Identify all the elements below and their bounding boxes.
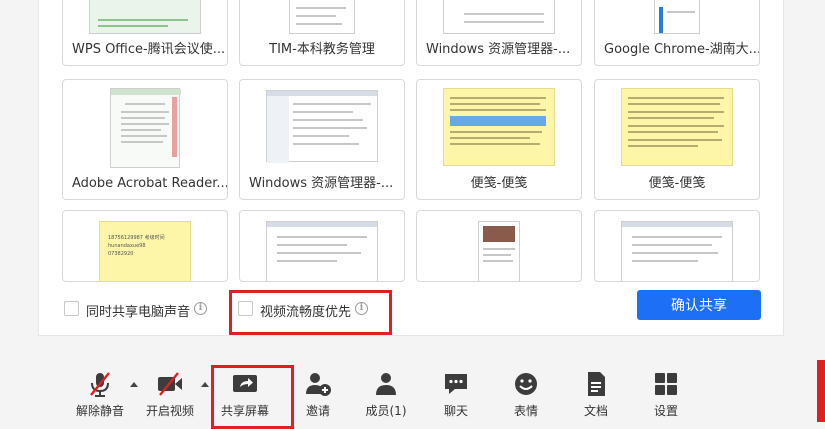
camera-off-icon xyxy=(158,372,182,396)
sticky-line: 07382920 xyxy=(108,251,134,257)
members-label: 成员(1) xyxy=(365,404,407,418)
invite-label: 邀请 xyxy=(305,404,330,418)
window-thumbnail xyxy=(595,211,759,281)
share-audio-info-icon[interactable]: i xyxy=(194,302,207,315)
window-thumbnail xyxy=(417,211,581,281)
window-thumbnail xyxy=(595,80,759,171)
window-title: Google Chrome-湖南大... xyxy=(604,42,759,57)
start-video-label: 开启视频 xyxy=(145,404,194,418)
audio-options-caret[interactable] xyxy=(130,382,138,387)
share-audio-label: 同时共享电脑声音 xyxy=(86,305,191,320)
window-thumbnail xyxy=(63,0,227,37)
microphone-muted-icon xyxy=(90,372,110,397)
window-title: TIM-本科教务管理 xyxy=(269,42,375,57)
settings-label: 设置 xyxy=(653,404,678,418)
video-smooth-info-icon[interactable]: i xyxy=(355,302,368,315)
highlight-edge-right xyxy=(817,360,825,422)
window-tile-chrome[interactable]: Google Chrome-湖南大... xyxy=(594,0,760,66)
window-tile-sticky-3[interactable]: 18756129987 考级时间 hunandaxue98 07382920 xyxy=(62,210,228,282)
meeting-toolbar: 解除静音 开启视频 共享屏幕 邀请 成员(1) 聊天 表情 文档 设置 xyxy=(0,356,825,429)
window-title: 便笺-便笺 xyxy=(470,176,528,191)
share-screen-label: 共享屏幕 xyxy=(220,404,269,418)
settings-button[interactable]: 设置 xyxy=(634,356,698,420)
start-video-button[interactable]: 开启视频 xyxy=(138,356,202,420)
window-thumbnail xyxy=(240,0,404,37)
docs-button[interactable]: 文档 xyxy=(564,356,628,420)
window-tile-wps[interactable]: WPS Office-腾讯会议使... xyxy=(62,0,228,66)
window-tile-acrobat[interactable]: Adobe Acrobat Reader... xyxy=(62,79,228,200)
document-icon xyxy=(588,372,605,396)
chat-icon xyxy=(445,374,467,394)
window-thumbnail xyxy=(417,80,581,171)
window-tile-sticky-2[interactable]: 便笺-便笺 xyxy=(594,79,760,200)
unmute-button[interactable]: 解除静音 xyxy=(68,356,132,420)
window-thumbnail xyxy=(417,0,581,37)
docs-label: 文档 xyxy=(583,404,608,418)
window-tile-media[interactable] xyxy=(416,210,582,282)
emoji-button[interactable]: 表情 xyxy=(494,356,558,420)
share-screen-icon xyxy=(233,375,257,392)
window-title: WPS Office-腾讯会议使... xyxy=(72,42,226,57)
invite-button[interactable]: 邀请 xyxy=(286,356,350,420)
share-audio-checkbox[interactable] xyxy=(64,301,79,316)
sticky-line: 18756129987 考级时间 xyxy=(108,235,165,241)
confirm-share-button[interactable]: 确认共享 xyxy=(637,290,761,320)
video-smooth-label: 视频流畅度优先 xyxy=(260,305,352,320)
window-title: 便笺-便笺 xyxy=(648,176,706,191)
window-thumbnail xyxy=(63,80,227,171)
window-title: Adobe Acrobat Reader... xyxy=(72,176,227,191)
window-tile-tim[interactable]: TIM-本科教务管理 xyxy=(239,0,405,66)
sticky-line: hunandaxue98 xyxy=(108,243,146,249)
window-title: Windows 资源管理器-... xyxy=(249,176,394,191)
chat-label: 聊天 xyxy=(443,404,468,418)
add-user-icon xyxy=(306,373,331,396)
window-tile-explorer-3[interactable] xyxy=(239,210,405,282)
unmute-label: 解除静音 xyxy=(75,404,124,418)
chat-button[interactable]: 聊天 xyxy=(424,356,488,420)
video-smooth-checkbox[interactable] xyxy=(238,301,253,316)
smiley-icon xyxy=(515,373,537,395)
window-thumbnail xyxy=(240,211,404,281)
share-screen-button[interactable]: 共享屏幕 xyxy=(213,356,277,420)
settings-grid-icon xyxy=(655,373,677,395)
window-tile-explorer-1[interactable]: Windows 资源管理器-... xyxy=(416,0,582,66)
window-thumbnail xyxy=(240,80,404,171)
video-options-caret[interactable] xyxy=(201,382,209,387)
members-icon xyxy=(376,373,396,395)
members-button[interactable]: 成员(1) xyxy=(354,356,418,420)
window-tile-explorer-4[interactable] xyxy=(594,210,760,282)
window-tile-explorer-2[interactable]: Windows 资源管理器-... xyxy=(239,79,405,200)
emoji-label: 表情 xyxy=(513,404,538,418)
window-title: Windows 资源管理器-... xyxy=(426,42,571,57)
window-thumbnail xyxy=(595,0,759,37)
window-tile-sticky-1[interactable]: 便笺-便笺 xyxy=(416,79,582,200)
window-thumbnail: 18756129987 考级时间 hunandaxue98 07382920 xyxy=(63,211,227,281)
